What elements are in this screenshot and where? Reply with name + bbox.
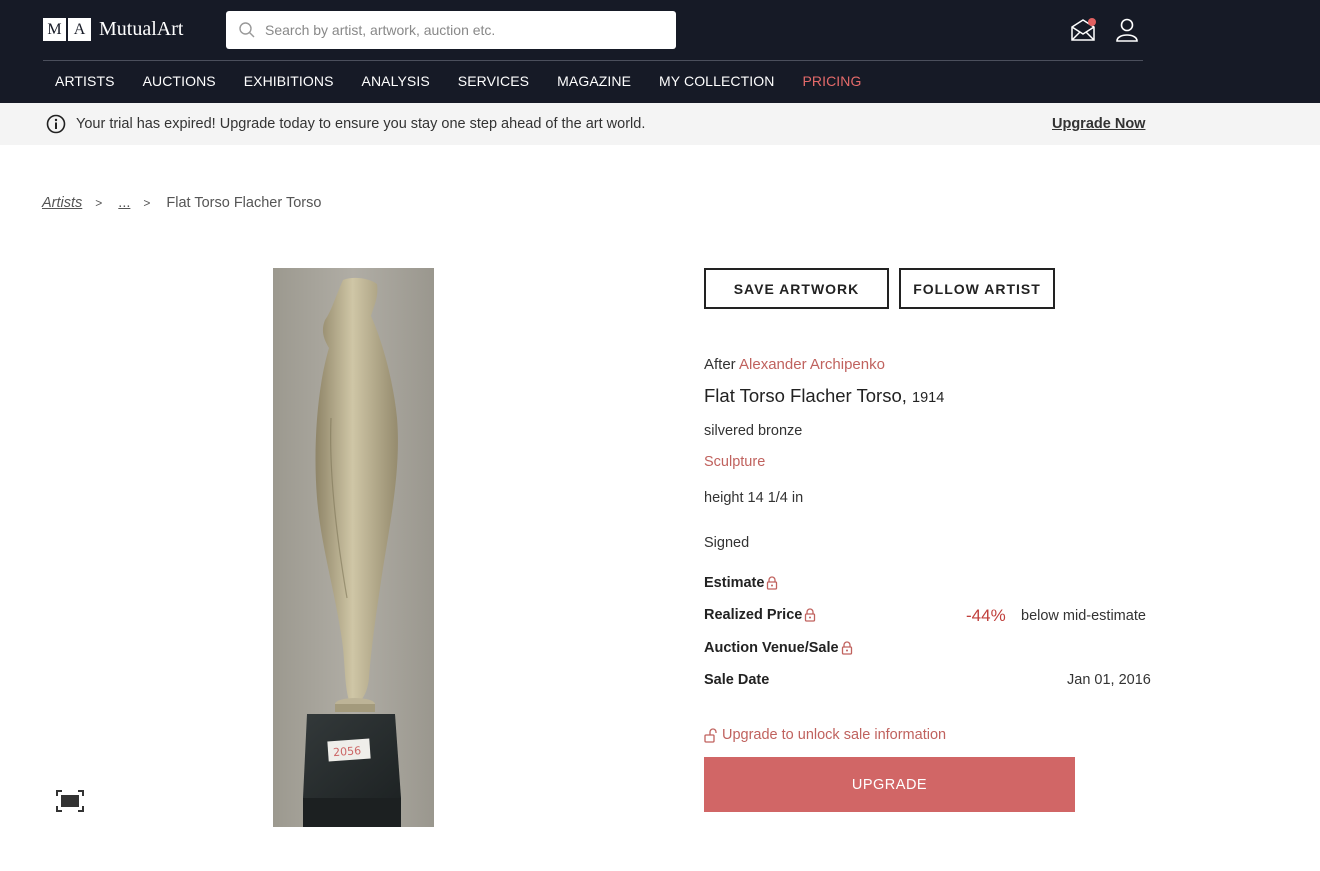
after-prefix: After: [704, 356, 736, 373]
realized-price-row: Realized Price: [704, 607, 816, 623]
logo-text: MutualArt: [99, 18, 184, 40]
artwork-image[interactable]: 2056: [273, 268, 434, 827]
account-button[interactable]: [1114, 17, 1140, 43]
artwork-title-text: Flat Torso Flacher Torso,: [704, 385, 907, 406]
breadcrumb-artists[interactable]: Artists: [42, 195, 82, 211]
unlock-sale-info-text: Upgrade to unlock sale information: [722, 727, 947, 743]
user-icon: [1116, 18, 1138, 42]
nav-exhibitions[interactable]: EXHIBITIONS: [244, 73, 334, 89]
unlocked-lock-icon: [704, 727, 717, 743]
header-divider: [43, 60, 1143, 61]
save-artwork-button[interactable]: SAVE ARTWORK: [704, 268, 889, 309]
realized-price-label: Realized Price: [704, 607, 803, 623]
lock-icon: [805, 608, 816, 622]
auction-venue-row: Auction Venue/Sale: [704, 640, 853, 656]
sale-date-label: Sale Date: [704, 672, 770, 688]
main-nav: ARTISTS AUCTIONS EXHIBITIONS ANALYSIS SE…: [43, 73, 878, 89]
artwork-title: Flat Torso Flacher Torso, 1914: [704, 385, 944, 407]
nav-my-collection[interactable]: MY COLLECTION: [659, 73, 774, 89]
lot-tag-text: 2056: [333, 744, 362, 759]
auction-venue-label: Auction Venue/Sale: [704, 640, 839, 656]
search-input[interactable]: [265, 22, 665, 38]
breadcrumb-ellipsis[interactable]: ...: [118, 195, 130, 211]
unlock-sale-info-link[interactable]: Upgrade to unlock sale information: [704, 727, 946, 743]
search-bar[interactable]: [226, 11, 676, 49]
nav-analysis[interactable]: ANALYSIS: [362, 73, 430, 89]
artwork-size: height 14 1/4 in: [704, 490, 804, 506]
breadcrumb-separator: >: [95, 196, 103, 210]
logo-letter-m: M: [43, 18, 66, 41]
artwork-signed: Signed: [704, 535, 750, 551]
search-icon: [239, 22, 255, 38]
breadcrumb-separator: >: [143, 196, 151, 210]
fullscreen-icon[interactable]: [56, 790, 84, 812]
top-header: M A MutualArt ARTISTS AUCTIONS EXHIBITIO…: [0, 0, 1320, 103]
trial-message: Your trial has expired! Upgrade today to…: [76, 116, 646, 132]
notification-dot: [1088, 18, 1096, 26]
nav-pricing[interactable]: PRICING: [802, 73, 861, 89]
upgrade-now-link[interactable]: Upgrade Now: [1052, 116, 1145, 132]
logo-letter-a: A: [68, 18, 91, 41]
artist-line: After Alexander Archipenko: [704, 356, 885, 373]
trial-expired-banner: Your trial has expired! Upgrade today to…: [0, 103, 1320, 145]
nav-artists[interactable]: ARTISTS: [55, 73, 115, 89]
mutualart-logo[interactable]: M A MutualArt: [43, 18, 183, 41]
sculpture-image: 2056: [273, 268, 434, 827]
realized-note: below mid-estimate: [1021, 608, 1146, 624]
realized-percent: -44%: [966, 606, 1006, 625]
artwork-category-link[interactable]: Sculpture: [704, 454, 765, 470]
lock-icon: [841, 641, 852, 655]
sale-date-value: Jan 01, 2016: [1067, 672, 1151, 688]
estimate-row: Estimate: [704, 575, 778, 591]
info-icon: [46, 114, 66, 134]
nav-magazine[interactable]: MAGAZINE: [557, 73, 631, 89]
artwork-year: 1914: [912, 390, 945, 406]
nav-auctions[interactable]: AUCTIONS: [143, 73, 216, 89]
breadcrumb-current: Flat Torso Flacher Torso: [166, 195, 322, 211]
follow-artist-button[interactable]: FOLLOW ARTIST: [899, 268, 1055, 309]
artwork-medium: silvered bronze: [704, 423, 803, 439]
nav-services[interactable]: SERVICES: [458, 73, 529, 89]
sale-date-row: Sale Date: [704, 672, 769, 688]
lock-icon: [767, 576, 778, 590]
estimate-label: Estimate: [704, 575, 765, 591]
breadcrumb: Artists > ... > Flat Torso Flacher Torso: [42, 195, 321, 211]
artist-link[interactable]: Alexander Archipenko: [739, 356, 885, 373]
upgrade-button[interactable]: UPGRADE: [704, 757, 1075, 812]
notifications-button[interactable]: [1070, 17, 1096, 43]
